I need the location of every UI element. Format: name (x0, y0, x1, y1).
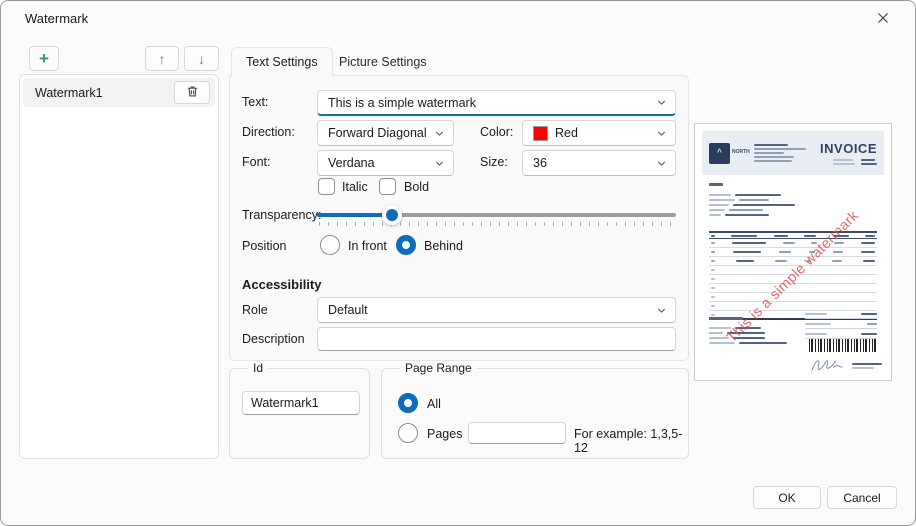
invoice-signature (810, 355, 844, 373)
text-combobox[interactable]: This is a simple watermark (317, 90, 676, 116)
cancel-button[interactable]: Cancel (827, 486, 897, 509)
color-label: Color: (480, 125, 514, 139)
direction-combobox-value: Forward Diagonal (328, 126, 427, 140)
radio-all-pages[interactable] (398, 393, 418, 413)
transparency-ticks (319, 222, 674, 226)
id-input[interactable] (242, 391, 360, 415)
radio-behind[interactable] (396, 235, 416, 255)
close-icon (877, 11, 889, 29)
font-combobox[interactable]: Verdana (317, 150, 454, 176)
description-label: Description (242, 332, 305, 346)
radio-all-label: All (427, 397, 441, 411)
tab-text-settings-label: Text Settings (246, 55, 318, 69)
transparency-label: Transparency: (242, 208, 322, 222)
invoice-barcode (809, 339, 877, 352)
add-watermark-button[interactable]: + (29, 46, 59, 71)
role-combobox[interactable]: Default (317, 297, 676, 323)
trash-icon (186, 85, 199, 101)
chevron-down-icon (656, 305, 667, 316)
page-range-hint: For example: 1,3,5-12 (574, 427, 683, 455)
direction-label: Direction: (242, 125, 295, 139)
direction-combobox[interactable]: Forward Diagonal (317, 120, 454, 146)
chevron-down-icon (434, 128, 445, 139)
move-down-button[interactable]: ↓ (184, 46, 219, 71)
italic-checkbox[interactable] (318, 178, 335, 195)
cancel-button-label: Cancel (843, 490, 881, 505)
id-group-legend: Id (253, 361, 264, 375)
role-label: Role (242, 303, 268, 317)
bold-label: Bold (404, 180, 430, 194)
accessibility-header: Accessibility (242, 277, 322, 292)
delete-watermark-button[interactable] (174, 81, 210, 104)
invoice-title: INVOICE (820, 141, 877, 156)
ok-button-label: OK (778, 490, 796, 505)
transparency-fill (317, 213, 393, 217)
italic-label: Italic (342, 180, 368, 194)
radio-in-front-label: In front (348, 239, 387, 253)
text-label: Text: (242, 95, 269, 109)
description-input[interactable] (317, 327, 676, 351)
chevron-down-icon (656, 158, 667, 169)
color-swatch (533, 125, 548, 141)
page-range-legend: Page Range (405, 361, 472, 375)
arrow-up-icon: ↑ (158, 50, 166, 67)
id-group: Id (229, 361, 370, 459)
invoice-signature-caption (852, 363, 882, 369)
transparency-slider[interactable] (317, 204, 676, 230)
arrow-down-icon: ↓ (198, 50, 205, 67)
size-combobox-value: 36 (533, 156, 547, 170)
invoice-billto (709, 183, 795, 216)
text-settings-panel: Text: This is a simple watermark Directi… (229, 75, 689, 361)
list-item-watermark1[interactable]: Watermark1 (23, 78, 215, 107)
ok-button[interactable]: OK (753, 486, 821, 509)
watermark-dialog: Watermark + ↑ ↓ Watermark1 Text Settings… (0, 0, 916, 526)
chevron-down-icon (434, 158, 445, 169)
font-combobox-value: Verdana (328, 156, 375, 170)
watermark-list[interactable]: Watermark1 (19, 74, 219, 459)
invoice-preview: ^ NORTH INVOICE This is a simple waterma… (702, 131, 884, 373)
move-up-button[interactable]: ↑ (145, 46, 179, 71)
position-label: Position (242, 239, 287, 253)
list-item-label: Watermark1 (35, 85, 103, 100)
size-combobox[interactable]: 36 (522, 150, 676, 176)
color-combobox-value: Red (555, 126, 578, 140)
tab-picture-settings[interactable]: Picture Settings (325, 47, 441, 76)
chevron-down-icon (656, 97, 667, 108)
invoice-header: ^ NORTH INVOICE (702, 131, 884, 175)
invoice-logo-icon: ^ (709, 142, 730, 164)
text-combobox-value: This is a simple watermark (328, 95, 476, 110)
plus-icon: + (39, 48, 49, 68)
chevron-down-icon (656, 128, 667, 139)
pages-input[interactable] (468, 422, 566, 444)
size-label: Size: (480, 155, 508, 169)
dialog-title: Watermark (25, 11, 89, 26)
page-range-group: Page Range All Pages For example: 1,3,5-… (381, 361, 689, 459)
invoice-totals (805, 309, 877, 339)
role-combobox-value: Default (328, 303, 368, 317)
radio-pages[interactable] (398, 423, 418, 443)
watermark-preview-panel: ^ NORTH INVOICE This is a simple waterma… (694, 123, 892, 381)
radio-in-front[interactable] (320, 235, 340, 255)
color-combobox[interactable]: Red (522, 120, 676, 146)
tab-picture-settings-label: Picture Settings (339, 54, 427, 69)
close-button[interactable] (865, 7, 901, 33)
tab-text-settings[interactable]: Text Settings (231, 47, 333, 76)
radio-behind-label: Behind (424, 239, 463, 253)
font-label: Font: (242, 155, 271, 169)
invoice-brand: NORTH (732, 149, 750, 156)
radio-pages-label: Pages (427, 427, 463, 441)
bold-checkbox[interactable] (379, 178, 396, 195)
